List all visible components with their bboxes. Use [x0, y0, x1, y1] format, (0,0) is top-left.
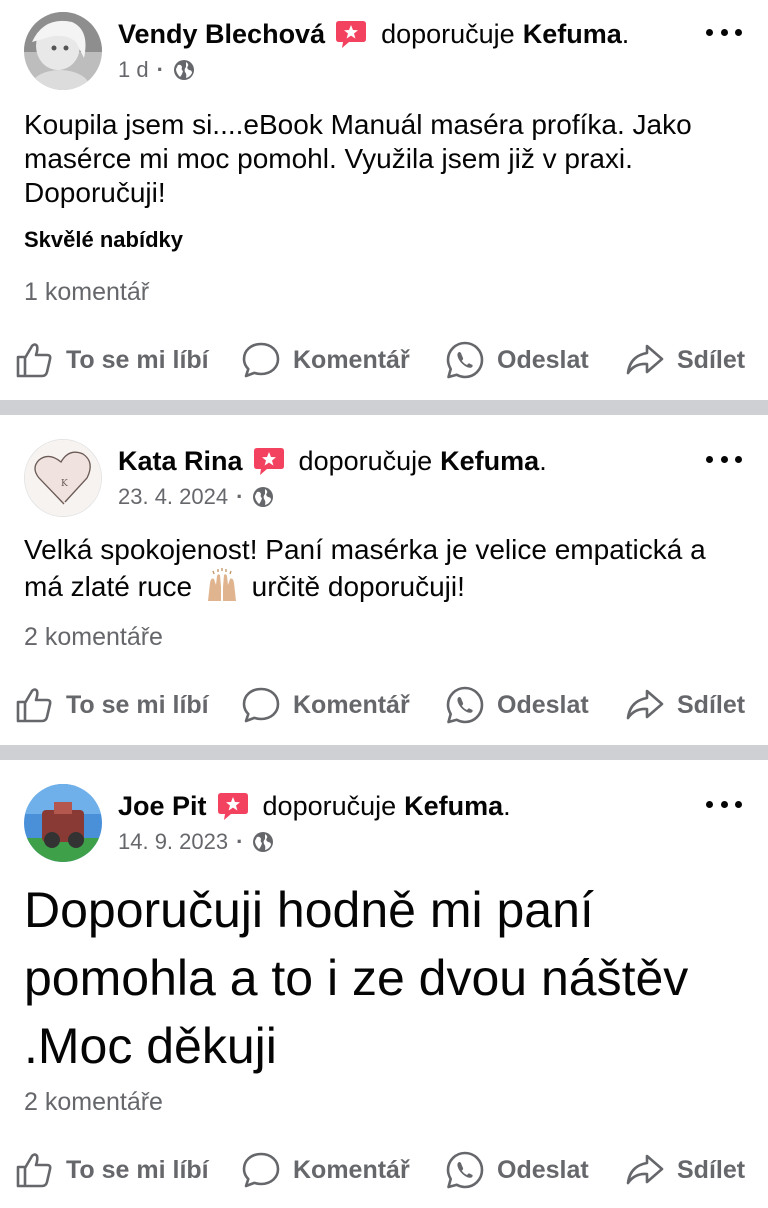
more-options-button[interactable]: [706, 794, 742, 814]
comment-label: Komentář: [293, 690, 410, 719]
post-date[interactable]: 23. 4. 2024: [118, 484, 228, 510]
post-meta: 14. 9. 2023 ·: [118, 828, 275, 856]
post-header: Vendy Blechová doporučuje Kefuma.: [118, 18, 630, 50]
post-3: Joe Pit doporučuje Kefuma. 14. 9. 2023 ·…: [0, 760, 768, 1208]
author-name[interactable]: Joe Pit: [118, 791, 207, 822]
comment-bubble-icon: [241, 1150, 281, 1190]
recommends-text: doporučuje: [381, 18, 515, 49]
avatar[interactable]: K: [24, 439, 102, 517]
offer-tag-link[interactable]: Skvělé nabídky: [24, 227, 183, 253]
send-label: Odeslat: [497, 1155, 589, 1184]
whatsapp-icon: [445, 685, 485, 725]
post-1: Vendy Blechová doporučuje Kefuma. 1 d · …: [0, 0, 768, 400]
post-meta: 1 d ·: [118, 56, 196, 84]
avatar[interactable]: [24, 12, 102, 90]
send-label: Odeslat: [497, 345, 589, 374]
like-button[interactable]: To se mi líbí: [14, 1146, 209, 1194]
svg-text:K: K: [61, 479, 68, 489]
action-bar: To se mi líbí Komentář Odeslat Sdílet: [0, 336, 768, 384]
recommends-text: doporučuje: [262, 790, 397, 821]
share-button[interactable]: Sdílet: [625, 1146, 745, 1194]
post-text: Velká spokojenost! Paní masérka je velic…: [24, 534, 706, 602]
post-header: Kata Rina doporučuje Kefuma.: [118, 445, 547, 477]
globe-icon: [251, 485, 275, 509]
action-bar: To se mi líbí Komentář Odeslat Sdílet: [0, 1146, 768, 1194]
recommend-badge-icon: [217, 791, 249, 821]
send-whatsapp-button[interactable]: Odeslat: [445, 1146, 589, 1194]
page-name-link[interactable]: Kefuma: [523, 19, 622, 50]
share-button[interactable]: Sdílet: [625, 336, 745, 384]
whatsapp-icon: [445, 1150, 485, 1190]
comments-count[interactable]: 1 komentář: [24, 278, 149, 307]
author-name[interactable]: Kata Rina: [118, 446, 243, 477]
more-options-button[interactable]: [706, 449, 742, 469]
post-separator: [0, 400, 768, 415]
globe-icon: [251, 830, 275, 854]
post-date[interactable]: 14. 9. 2023: [118, 829, 228, 855]
post-header: Joe Pit doporučuje Kefuma.: [118, 790, 511, 822]
avatar[interactable]: [24, 784, 102, 862]
share-label: Sdílet: [677, 345, 746, 374]
more-options-button[interactable]: [706, 22, 742, 42]
recommends-text: doporučuje: [298, 445, 433, 476]
post-2: K Kata Rina doporučuje Kefuma. 23. 4. 20…: [0, 415, 768, 745]
whatsapp-icon: [445, 340, 485, 380]
author-name[interactable]: Vendy Blechová: [118, 19, 325, 50]
comment-bubble-icon: [241, 685, 281, 725]
share-button[interactable]: Sdílet: [625, 681, 745, 729]
comments-count[interactable]: 2 komentáře: [24, 623, 163, 652]
like-label: To se mi líbí: [66, 690, 209, 719]
page-name-link[interactable]: Kefuma: [404, 791, 503, 822]
recommend-badge-icon: [253, 446, 285, 476]
like-button[interactable]: To se mi líbí: [14, 681, 209, 729]
thumbs-up-icon: [14, 685, 54, 725]
post-text: Koupila jsem si....eBook Manuál maséra p…: [24, 109, 692, 208]
comment-bubble-icon: [241, 340, 281, 380]
share-label: Sdílet: [677, 690, 746, 719]
send-label: Odeslat: [497, 690, 589, 719]
comment-label: Komentář: [293, 1155, 410, 1184]
like-button[interactable]: To se mi líbí: [14, 336, 209, 384]
share-arrow-icon: [625, 685, 665, 725]
post-text: Doporučuji hodně mi paní pomohla a to i …: [24, 882, 689, 1074]
page-name-link[interactable]: Kefuma: [440, 446, 539, 477]
comments-count[interactable]: 2 komentáře: [24, 1088, 163, 1117]
like-label: To se mi líbí: [66, 345, 209, 374]
thumbs-up-icon: [14, 1150, 54, 1190]
recommend-badge-icon: [335, 19, 367, 49]
comment-button[interactable]: Komentář: [241, 336, 410, 384]
like-label: To se mi líbí: [66, 1155, 209, 1184]
post-separator: [0, 745, 768, 760]
share-arrow-icon: [625, 1150, 665, 1190]
post-meta: 23. 4. 2024 ·: [118, 483, 275, 511]
share-arrow-icon: [625, 340, 665, 380]
comment-button[interactable]: Komentář: [241, 1146, 410, 1194]
send-whatsapp-button[interactable]: Odeslat: [445, 681, 589, 729]
globe-icon: [172, 58, 196, 82]
raising-hands-emoji-icon: [204, 567, 240, 601]
thumbs-up-icon: [14, 340, 54, 380]
action-bar: To se mi líbí Komentář Odeslat Sdílet: [0, 681, 768, 729]
send-whatsapp-button[interactable]: Odeslat: [445, 336, 589, 384]
comment-label: Komentář: [293, 345, 410, 374]
comment-button[interactable]: Komentář: [241, 681, 410, 729]
post-date[interactable]: 1 d: [118, 57, 149, 83]
share-label: Sdílet: [677, 1155, 746, 1184]
